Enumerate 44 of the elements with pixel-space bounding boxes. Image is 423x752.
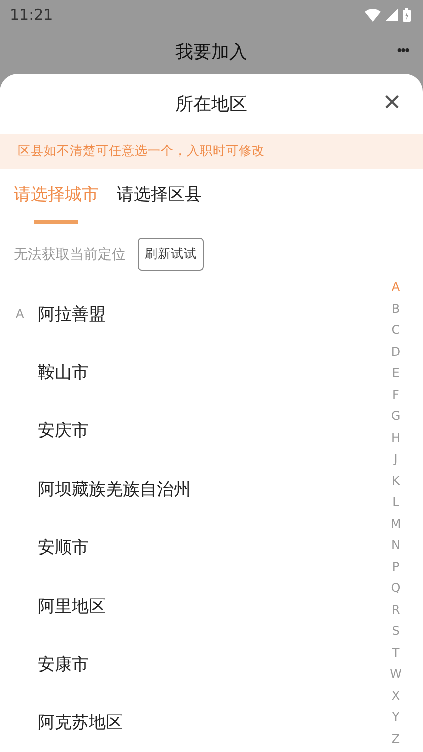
battery-icon <box>403 8 411 22</box>
wifi-icon <box>365 8 381 22</box>
index-letter[interactable]: F <box>392 384 400 406</box>
index-letter[interactable]: T <box>392 642 400 664</box>
city-item[interactable]: 安顺市 <box>38 536 89 560</box>
city-item[interactable]: 鞍山市 <box>38 361 89 384</box>
index-letter[interactable]: G <box>391 406 401 428</box>
city-item[interactable]: 阿里地区 <box>38 594 106 618</box>
index-letter[interactable]: R <box>392 600 400 621</box>
more-button[interactable]: ••• <box>393 38 413 62</box>
group-letter: A <box>16 307 24 322</box>
close-button[interactable]: × <box>379 88 405 118</box>
index-letter[interactable]: Z <box>392 728 400 750</box>
index-letter[interactable]: A <box>392 277 400 298</box>
index-letter[interactable]: J <box>394 449 398 470</box>
index-letter[interactable]: M <box>390 514 402 535</box>
index-letter[interactable]: H <box>391 428 401 449</box>
index-letter[interactable]: E <box>392 363 400 384</box>
index-letter[interactable]: P <box>392 556 400 578</box>
signal-icon <box>386 9 398 21</box>
city-item[interactable]: 阿拉善盟 <box>38 302 106 326</box>
city-item[interactable]: 阿坝藏族羌族自治州 <box>38 478 191 501</box>
refresh-button[interactable]: 刷新试试 <box>138 238 204 271</box>
index-letter[interactable]: X <box>392 686 400 707</box>
index-letter[interactable]: N <box>392 535 400 556</box>
index-letter[interactable]: B <box>392 298 400 320</box>
page-title: 我要加入 <box>176 41 248 64</box>
index-letter[interactable]: D <box>391 342 401 363</box>
tab[interactable]: 请选择区县 <box>117 183 202 224</box>
index-letter[interactable]: K <box>392 470 400 492</box>
city-item[interactable]: 安康市 <box>38 652 89 676</box>
city-item[interactable]: 安庆市 <box>38 419 89 442</box>
city-item[interactable]: 阿克苏地区 <box>38 711 123 734</box>
status-time: 11:21 <box>10 6 54 24</box>
index-letter[interactable]: Q <box>391 578 401 600</box>
index-letter[interactable]: S <box>392 621 400 642</box>
index-letter[interactable]: C <box>392 320 400 342</box>
tab[interactable]: 请选择城市 <box>14 183 99 224</box>
index-letter[interactable]: Y <box>392 707 400 728</box>
location-message: 无法获取当前定位 <box>14 246 126 264</box>
index-letter[interactable]: W <box>390 664 402 686</box>
index-letter[interactable]: L <box>392 492 400 514</box>
sheet-title: 所在地区 <box>176 93 248 116</box>
notice-text: 区县如不清楚可任意选一个，入职时可修改 <box>0 134 423 169</box>
